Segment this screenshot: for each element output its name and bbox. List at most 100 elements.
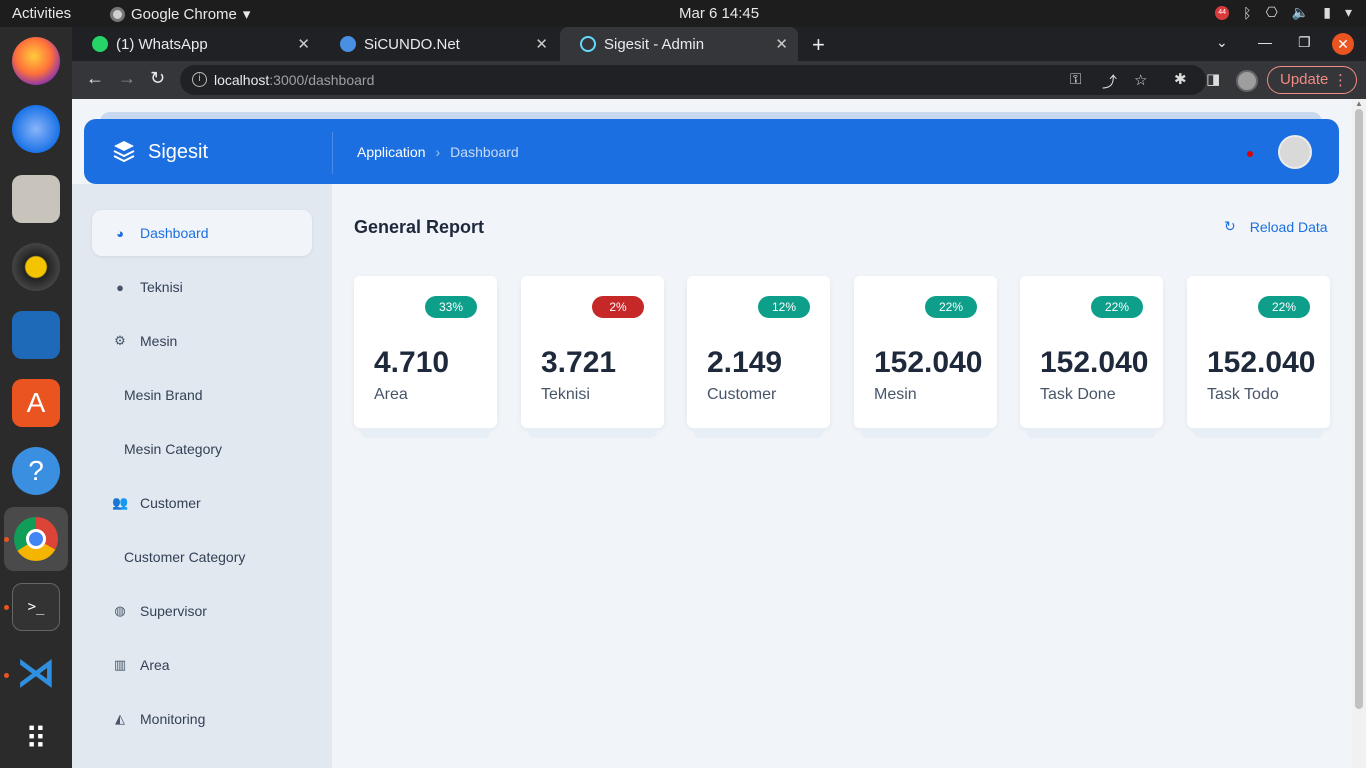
tab-sicundo[interactable]: SiCUNDO.Net ✕: [320, 27, 558, 61]
browser-toolbar: ← → ↻ i localhost:3000/dashboard ⚿ ⤴ ☆ ✱…: [72, 61, 1366, 99]
sidebar-item-supervisor[interactable]: ◍ Supervisor: [92, 588, 312, 634]
activities-button[interactable]: Activities: [12, 5, 71, 22]
notification-badge[interactable]: 44: [1215, 5, 1230, 20]
sidebar-item-label: Customer Category: [124, 549, 246, 565]
stat-card-task-done[interactable]: 22% 152.040 Task Done: [1020, 276, 1163, 438]
reload-data-button[interactable]: ↻ Reload Data: [1224, 218, 1328, 235]
stat-card-mesin[interactable]: 22% 152.040 Mesin: [854, 276, 997, 438]
show-apps-icon[interactable]: ⠿: [12, 715, 60, 763]
reload-data-label: Reload Data: [1249, 218, 1328, 235]
sidebar-item-customer[interactable]: 👥 Customer: [92, 480, 312, 526]
dashboard-icon: ◕: [116, 225, 124, 241]
tab-strip: (1) WhatsApp ✕ SiCUNDO.Net ✕ Sigesit - A…: [72, 27, 1366, 61]
writer-icon[interactable]: [12, 311, 60, 359]
dock: A ? >_ ⋊ ⠿: [0, 27, 72, 768]
sidebar-item-label: Teknisi: [140, 279, 183, 295]
stat-label: Area: [374, 386, 408, 403]
tab-sigesit[interactable]: Sigesit - Admin ✕: [560, 27, 798, 61]
clock[interactable]: Mar 6 14:45: [679, 5, 759, 22]
reload-icon[interactable]: ↻: [150, 68, 165, 89]
software-center-icon[interactable]: A: [12, 379, 60, 427]
tab-search-icon[interactable]: ⌄: [1216, 34, 1228, 51]
stat-label: Teknisi: [541, 386, 590, 403]
breadcrumb-item: Dashboard: [450, 144, 519, 160]
stat-card-area[interactable]: 33% 4.710 Area: [354, 276, 497, 438]
chrome-dock-icon[interactable]: [4, 507, 68, 571]
stat-label: Mesin: [874, 386, 917, 403]
trend-badge: 22%: [1258, 296, 1310, 318]
avatar[interactable]: [1278, 135, 1312, 169]
globe-icon: ◍: [114, 603, 126, 618]
sidebar-item-mesin-brand[interactable]: Mesin Brand: [92, 372, 312, 418]
sidebar-item-customer-category[interactable]: Customer Category: [92, 534, 312, 580]
window-close-button[interactable]: ✕: [1332, 33, 1354, 55]
new-tab-button[interactable]: +: [812, 32, 825, 58]
stat-value: 2.149: [707, 346, 783, 379]
site-info-icon[interactable]: i: [192, 72, 207, 87]
files-icon[interactable]: [12, 175, 60, 223]
sidebar-item-label: Mesin: [140, 333, 178, 349]
sidebar-item-mesin[interactable]: ⚙ Mesin: [92, 318, 312, 364]
trend-badge: 22%: [925, 296, 977, 318]
notification-dot[interactable]: [1247, 151, 1253, 157]
stat-card-teknisi[interactable]: 2% 3.721 Teknisi: [521, 276, 664, 438]
share-icon[interactable]: ⤴: [1102, 71, 1117, 92]
app-menu[interactable]: Google Chrome ▾: [110, 5, 250, 23]
caret-down-icon[interactable]: ▾: [1345, 4, 1352, 21]
card-shadow: [861, 428, 990, 438]
sidebar-item-label: Dashboard: [140, 225, 209, 241]
tab-whatsapp[interactable]: (1) WhatsApp ✕: [72, 27, 320, 61]
restore-icon[interactable]: ❐: [1298, 34, 1311, 51]
update-button[interactable]: Update ⋮: [1267, 66, 1357, 94]
sidebar-item-teknisi[interactable]: ● Teknisi: [92, 264, 312, 310]
close-icon[interactable]: ✕: [535, 35, 548, 53]
forward-icon[interactable]: →: [118, 68, 136, 89]
url-text[interactable]: localhost:3000/dashboard: [214, 72, 374, 88]
page-scrollbar[interactable]: ▲: [1352, 99, 1366, 768]
profile-avatar[interactable]: [1236, 70, 1258, 92]
bookmark-star-icon[interactable]: ☆: [1134, 71, 1147, 89]
sidebar-item-monitoring[interactable]: ◭ Monitoring: [92, 696, 312, 742]
sidebar-item-dashboard[interactable]: ◕ Dashboard: [92, 210, 312, 256]
close-icon[interactable]: ✕: [297, 35, 310, 53]
back-icon[interactable]: ←: [86, 68, 104, 89]
scroll-up-icon[interactable]: ▲: [1355, 99, 1363, 108]
volume-icon[interactable]: 🔈: [1292, 4, 1309, 21]
breadcrumb-item[interactable]: Application: [357, 144, 426, 160]
trend-badge: 33%: [425, 296, 477, 318]
minimize-icon[interactable]: —: [1258, 34, 1272, 50]
trend-badge: 2%: [592, 296, 644, 318]
battery-icon[interactable]: ▮: [1323, 4, 1331, 21]
thunderbird-icon[interactable]: [12, 105, 60, 153]
sidebar-item-label: Area: [140, 657, 170, 673]
stat-card-customer[interactable]: 12% 2.149 Customer: [687, 276, 830, 438]
tab-title: Sigesit - Admin: [604, 35, 705, 53]
brand-name[interactable]: Sigesit: [148, 141, 208, 164]
sidebar-item-mesin-category[interactable]: Mesin Category: [92, 426, 312, 472]
stat-label: Task Todo: [1207, 386, 1279, 403]
sidebar-item-area[interactable]: ▥ Area: [92, 642, 312, 688]
extensions-icon[interactable]: ✱: [1174, 70, 1187, 88]
stat-label: Customer: [707, 386, 777, 403]
terminal-icon[interactable]: >_: [12, 583, 60, 631]
scrollbar-thumb[interactable]: [1355, 109, 1363, 709]
close-icon[interactable]: ✕: [775, 35, 788, 53]
cogs-icon: ⚙: [114, 333, 126, 348]
stat-value: 152.040: [1040, 346, 1149, 379]
address-bar[interactable]: i localhost:3000/dashboard ⚿ ⤴ ☆: [180, 65, 1206, 95]
network-icon[interactable]: ⎔: [1266, 4, 1278, 21]
firefox-icon[interactable]: [12, 37, 60, 85]
side-panel-icon[interactable]: ◨: [1206, 70, 1220, 88]
layers-icon: [113, 141, 135, 163]
bluetooth-icon[interactable]: ᛒ: [1243, 5, 1251, 21]
key-icon[interactable]: ⚿: [1070, 71, 1081, 88]
running-indicator: [4, 673, 9, 678]
card-shadow: [694, 428, 823, 438]
stat-card-task-todo[interactable]: 22% 152.040 Task Todo: [1187, 276, 1330, 438]
menu-dots-icon[interactable]: ⋮: [1333, 71, 1348, 89]
system-tray[interactable]: 44 ᛒ ⎔ 🔈 ▮ ▾: [1215, 4, 1352, 21]
vscode-icon[interactable]: ⋊: [12, 649, 60, 697]
rhythmbox-icon[interactable]: [12, 243, 60, 291]
help-icon[interactable]: ?: [12, 447, 60, 495]
sicundo-icon: [340, 36, 356, 52]
